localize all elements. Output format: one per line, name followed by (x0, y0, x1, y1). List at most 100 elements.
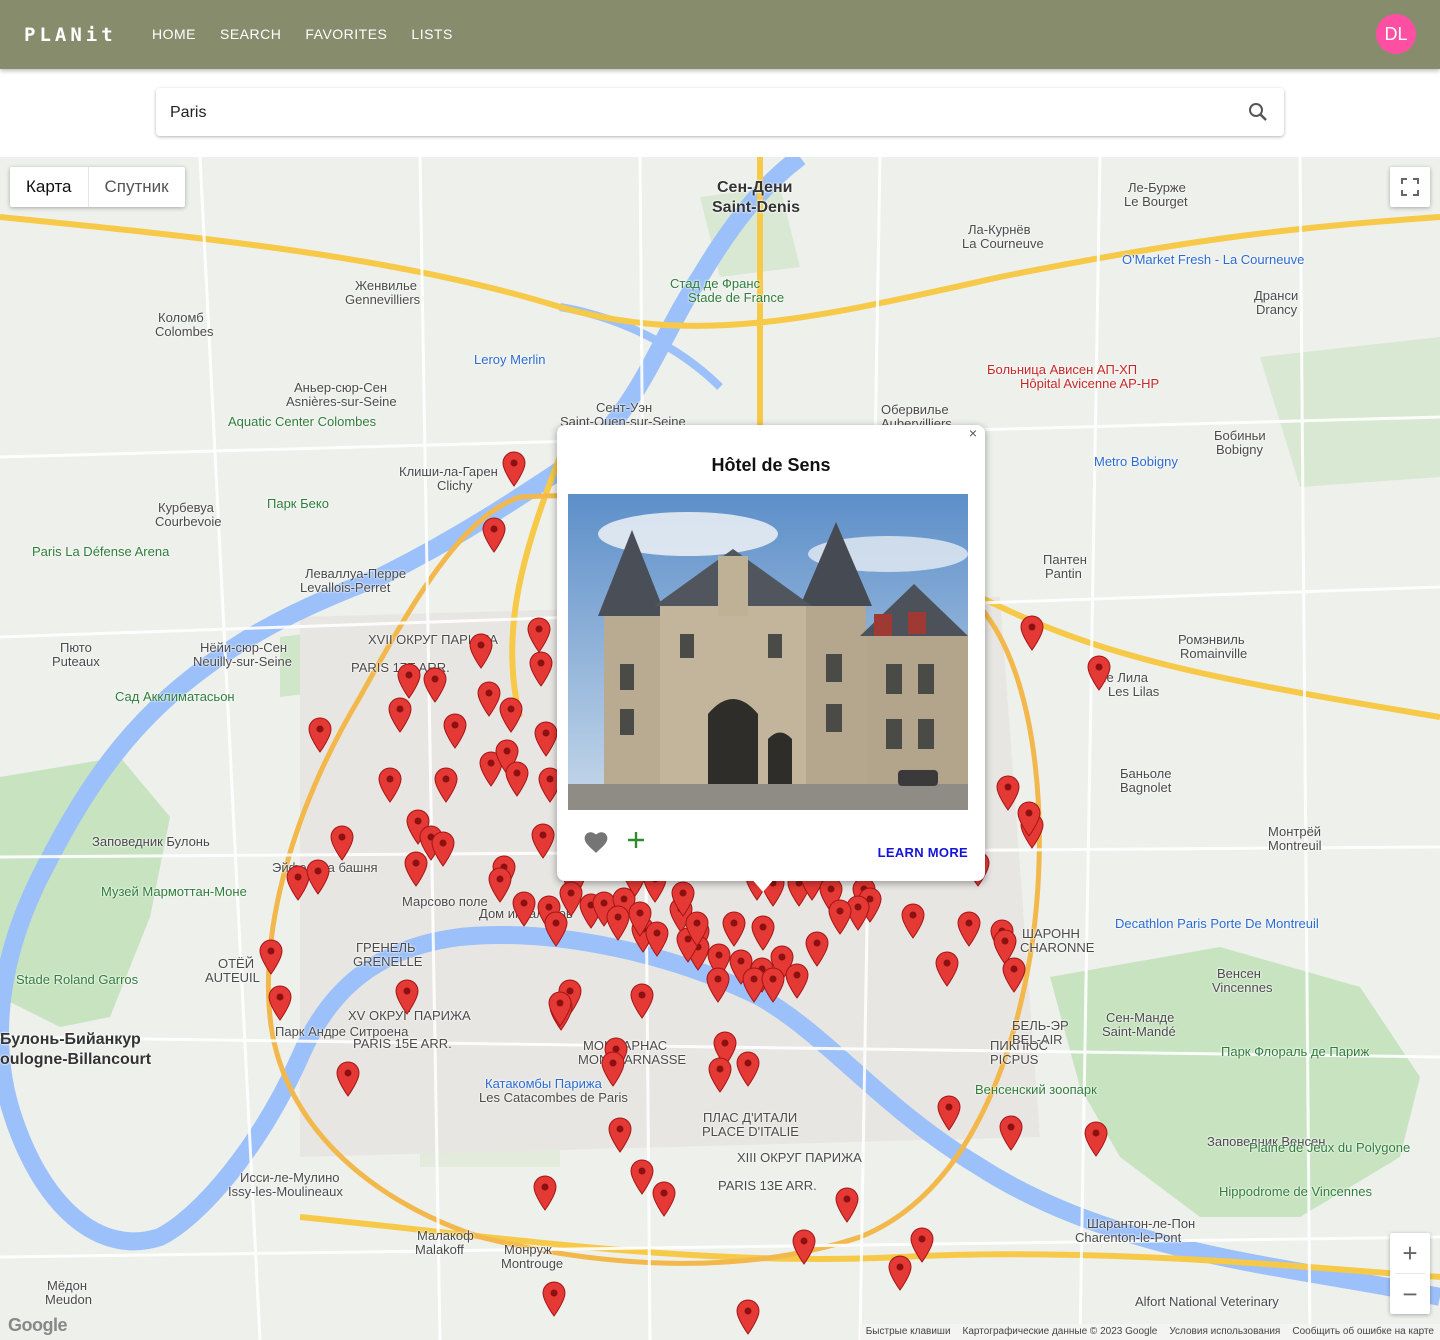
map-label: Hippodrome de Vincennes (1219, 1184, 1372, 1199)
map-marker-icon[interactable] (396, 663, 422, 699)
map-label: Катакомбы Парижа (485, 1076, 602, 1091)
map-marker-icon[interactable] (532, 1175, 558, 1211)
map-marker-icon[interactable] (468, 633, 494, 669)
map-label: ШАРОНН (1022, 926, 1080, 941)
zoom-in-button[interactable]: + (1390, 1233, 1430, 1273)
map-marker-icon[interactable] (784, 963, 810, 999)
map-label: Курбевуа (158, 500, 214, 515)
zoom-out-button[interactable]: − (1390, 1274, 1430, 1314)
fullscreen-button[interactable] (1390, 167, 1430, 207)
map-marker-icon[interactable] (377, 767, 403, 803)
map-marker-icon[interactable] (995, 775, 1021, 811)
map-label: Puteaux (52, 654, 100, 669)
map-type-map-button[interactable]: Карта (10, 167, 89, 207)
map-marker-icon[interactable] (707, 1057, 733, 1093)
map-marker-icon[interactable] (430, 831, 456, 867)
google-logo[interactable]: Google (8, 1315, 68, 1336)
app-logo[interactable]: PLANit (24, 24, 117, 46)
map-type-satellite-button[interactable]: Спутник (89, 167, 185, 207)
map-marker-icon[interactable] (998, 1115, 1024, 1151)
map-marker-icon[interactable] (487, 867, 513, 903)
map-label: Drancy (1256, 302, 1298, 317)
map-marker-icon[interactable] (481, 517, 507, 553)
map-marker-icon[interactable] (629, 983, 655, 1019)
keyboard-shortcuts-link[interactable]: Быстрые клавиши (866, 1324, 951, 1340)
map-marker-icon[interactable] (791, 1229, 817, 1265)
map-marker-icon[interactable] (607, 1117, 633, 1153)
map-marker-icon[interactable] (735, 1051, 761, 1087)
map-marker-icon[interactable] (1086, 655, 1112, 691)
map-marker-icon[interactable] (433, 767, 459, 803)
nav-lists[interactable]: LISTS (399, 0, 464, 69)
map-marker-icon[interactable] (394, 979, 420, 1015)
map-marker-icon[interactable] (721, 911, 747, 947)
favorite-heart-icon[interactable] (583, 830, 609, 854)
map-marker-icon[interactable] (504, 761, 530, 797)
map-label: ГРЕНЕЛЬ (356, 940, 416, 955)
map-marker-icon[interactable] (501, 451, 527, 487)
map-label: Les Catacombes de Paris (479, 1090, 628, 1105)
map-marker-icon[interactable] (627, 901, 653, 937)
map-marker-icon[interactable] (335, 1061, 361, 1097)
map-marker-icon[interactable] (900, 903, 926, 939)
map-marker-icon[interactable] (329, 825, 355, 861)
report-error-link[interactable]: Сообщить об ошибке на карте (1292, 1324, 1434, 1340)
map-marker-icon[interactable] (1001, 957, 1027, 993)
map-marker-icon[interactable] (750, 915, 776, 951)
map-marker-icon[interactable] (651, 1181, 677, 1217)
map-label: PARIS 13E ARR. (718, 1178, 817, 1193)
map-marker-icon[interactable] (956, 911, 982, 947)
map-label: Colombes (155, 324, 214, 339)
map-marker-icon[interactable] (403, 851, 429, 887)
map-marker-icon[interactable] (600, 1051, 626, 1087)
map-marker-icon[interactable] (528, 651, 554, 687)
map-label: Leroy Merlin (474, 352, 546, 367)
map-marker-icon[interactable] (1019, 615, 1045, 651)
map-label: CHARONNE (1020, 940, 1095, 955)
map-marker-icon[interactable] (305, 859, 331, 895)
map-marker-icon[interactable] (760, 967, 786, 1003)
map-type-control: Карта Спутник (10, 167, 185, 207)
map-marker-icon[interactable] (547, 991, 573, 1027)
map-marker-icon[interactable] (511, 891, 537, 927)
learn-more-button[interactable]: LEARN MORE (878, 845, 968, 860)
map-label: XIII ОКРУГ ПАРИЖА (737, 1150, 862, 1165)
map-marker-icon[interactable] (541, 1281, 567, 1317)
map-label: Neuilly-sur-Seine (193, 654, 292, 669)
add-to-list-icon[interactable] (625, 829, 647, 851)
nav-search[interactable]: SEARCH (208, 0, 293, 69)
map-marker-icon[interactable] (1083, 1121, 1109, 1157)
map-label: Венсенский зоопарк (975, 1082, 1097, 1097)
place-photo-image (568, 494, 968, 810)
map-marker-icon[interactable] (887, 1255, 913, 1291)
map-label: AUTEUIL (205, 970, 260, 985)
map-marker-icon[interactable] (827, 899, 853, 935)
map-marker-icon[interactable] (936, 1095, 962, 1131)
map-marker-icon[interactable] (804, 931, 830, 967)
map-label: Монруж (504, 1242, 552, 1257)
map-marker-icon[interactable] (934, 951, 960, 987)
map-marker-icon[interactable] (307, 717, 333, 753)
nav-favorites[interactable]: FAVORITES (293, 0, 399, 69)
terms-link[interactable]: Условия использования (1169, 1324, 1280, 1340)
map-marker-icon[interactable] (387, 697, 413, 733)
map-marker-icon[interactable] (530, 823, 556, 859)
close-icon[interactable]: × (965, 425, 981, 443)
map-marker-icon[interactable] (267, 985, 293, 1021)
map-marker-icon[interactable] (422, 667, 448, 703)
map-marker-icon[interactable] (258, 939, 284, 975)
map-marker-icon[interactable] (705, 967, 731, 1003)
map-marker-icon[interactable] (533, 721, 559, 757)
map-marker-icon[interactable] (834, 1187, 860, 1223)
map-marker-icon[interactable] (684, 911, 710, 947)
nav-home[interactable]: HOME (140, 0, 208, 69)
search-icon[interactable] (1246, 100, 1270, 124)
map-label: Малакоф (417, 1228, 474, 1243)
user-avatar[interactable]: DL (1376, 14, 1416, 54)
search-input[interactable] (168, 88, 1232, 138)
map-marker-icon[interactable] (442, 713, 468, 749)
map-label: Le Bourget (1124, 194, 1188, 209)
map-marker-icon[interactable] (498, 697, 524, 733)
map-marker-icon[interactable] (735, 1299, 761, 1335)
map-marker-icon[interactable] (526, 617, 552, 653)
